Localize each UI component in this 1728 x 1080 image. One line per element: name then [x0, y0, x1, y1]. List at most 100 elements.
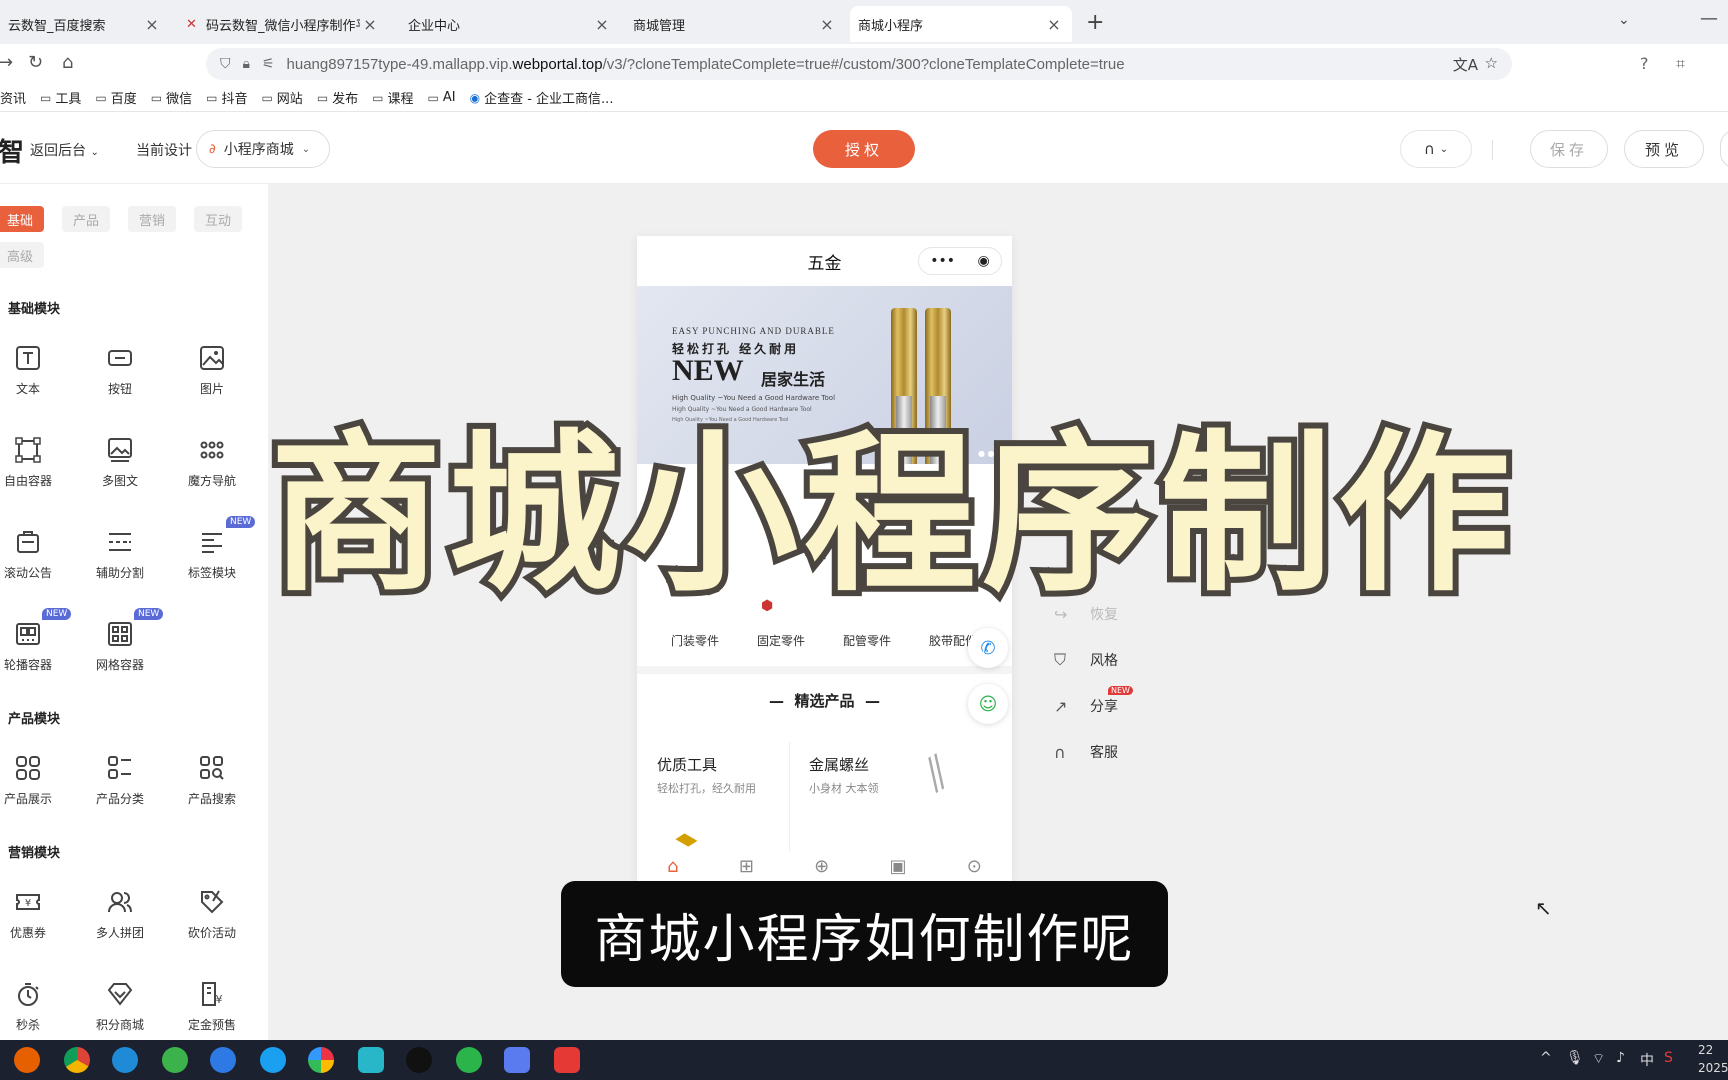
browser-tab-active[interactable]: 商城小程序 × — [850, 6, 1072, 42]
module-product-search[interactable]: 产品搜索 — [170, 754, 254, 824]
close-icon[interactable]: × — [1044, 15, 1064, 34]
browser-tab[interactable]: 云数智_百度搜索 × — [0, 6, 170, 42]
module-product-category[interactable]: 产品分类 — [78, 754, 162, 824]
sogou-browser-icon[interactable] — [210, 1047, 236, 1073]
browser-tab[interactable]: ✕ 码云数智_微信小程序制作平台_ × — [178, 6, 388, 42]
share-tool[interactable]: ↗ 分享 NEW — [1054, 686, 1133, 716]
close-icon[interactable]: × — [592, 15, 612, 34]
module-text[interactable]: 文本 — [0, 344, 70, 414]
module-multi-image-text[interactable]: 多图文 — [78, 436, 162, 506]
product-title[interactable]: 金属螺丝 — [809, 754, 869, 775]
bookmark-item[interactable]: ◉ 企查查 - 企业工商信... — [470, 88, 614, 108]
clock-time[interactable]: 22 — [1698, 1043, 1713, 1057]
wechat-icon[interactable]: ☺ — [968, 684, 1008, 724]
tab-interaction[interactable]: 互动 — [194, 206, 242, 232]
new-tab-button[interactable]: + — [1086, 10, 1104, 35]
grid-icon[interactable]: ⊞ — [739, 856, 754, 881]
back-to-admin-link[interactable]: 返回后台 ⌄ — [30, 140, 99, 160]
bookmark-folder[interactable]: ▭ 微信 — [151, 88, 192, 108]
browser-tab[interactable]: 企业中心 × — [400, 6, 620, 42]
minimize-button[interactable]: — — [1700, 8, 1718, 29]
home-icon[interactable]: ⌂ — [667, 856, 678, 881]
qq-icon[interactable] — [406, 1047, 432, 1073]
customer-service-dropdown[interactable]: ∩ ⌄ — [1400, 130, 1472, 168]
close-icon[interactable]: × — [360, 15, 380, 34]
bookmark-item[interactable]: 资讯 — [0, 88, 26, 107]
wallet-icon[interactable]: ▣ — [890, 856, 907, 881]
module-points-mall[interactable]: 积分商城 — [78, 980, 162, 1040]
clock-date[interactable]: 2025 — [1698, 1061, 1728, 1075]
wifi-icon[interactable]: ⌔ — [1592, 1050, 1605, 1068]
bookmark-folder[interactable]: ▭ 百度 — [95, 88, 136, 108]
module-tag[interactable]: NEW 标签模块 — [170, 516, 256, 598]
bookmark-folder[interactable]: ▭ 网站 — [261, 88, 302, 108]
module-cube-nav[interactable]: 魔方导航 — [170, 436, 254, 506]
reload-icon[interactable]: ↻ — [28, 52, 43, 73]
style-tool[interactable]: ⛉ 风格 — [1054, 650, 1118, 670]
chevron-up-icon[interactable]: ^ — [1540, 1050, 1552, 1066]
design-select[interactable]: ∂ 小程序商城 ⌄ — [196, 130, 330, 168]
recorder-icon[interactable] — [554, 1047, 580, 1073]
translate-icon[interactable]: 文A — [1453, 54, 1478, 75]
authorize-button[interactable]: 授权 — [813, 130, 915, 168]
module-product-display[interactable]: 产品展示 — [0, 754, 70, 824]
app-icon[interactable] — [358, 1047, 384, 1073]
bookmark-folder[interactable]: ▭ 发布 — [317, 88, 358, 108]
module-image[interactable]: 图片 — [170, 344, 254, 414]
photos-icon[interactable] — [308, 1047, 334, 1073]
phone-call-icon[interactable]: ✆ — [968, 628, 1008, 668]
sogou-ime-icon[interactable]: S — [1664, 1050, 1673, 1066]
tab-basic[interactable]: 基础 — [0, 206, 44, 232]
qq-browser-icon[interactable] — [260, 1047, 286, 1073]
chrome-icon[interactable] — [64, 1047, 90, 1073]
url-field[interactable]: ⛉ 🔒︎ ⚟ huang897157type-49.mallapp.vip.we… — [206, 48, 1512, 80]
module-flash-sale[interactable]: 秒杀 — [0, 980, 70, 1040]
module-bargain[interactable]: 砍价活动 — [170, 888, 254, 958]
save-button[interactable]: 保存 — [1530, 130, 1608, 168]
chevron-down-icon[interactable]: ⌄ — [1618, 12, 1630, 28]
ime-indicator[interactable]: 中 — [1640, 1050, 1654, 1070]
forward-icon[interactable]: → — [0, 52, 13, 73]
module-free-container[interactable]: 自由容器 — [0, 436, 70, 506]
help-icon[interactable]: ? — [1640, 54, 1649, 73]
preview-button[interactable]: 预览 — [1624, 130, 1704, 168]
edge-icon[interactable] — [112, 1047, 138, 1073]
notes-icon[interactable] — [504, 1047, 530, 1073]
module-presale[interactable]: ¥ 定金预售 — [170, 980, 254, 1040]
browser-360-icon[interactable] — [162, 1047, 188, 1073]
featured-title: — 精选产品 — — [769, 692, 880, 710]
module-scroll-notice[interactable]: 滚动公告 — [0, 528, 70, 598]
star-icon[interactable]: ☆ — [1485, 54, 1498, 72]
tab-marketing[interactable]: 营销 — [128, 206, 176, 232]
home-icon[interactable]: ⌂ — [62, 52, 73, 73]
wechat-taskbar-icon[interactable] — [456, 1047, 482, 1073]
bookmark-folder[interactable]: ▭ 抖音 — [206, 88, 247, 108]
category-label[interactable]: 固定零件 — [757, 632, 805, 649]
module-coupon[interactable]: ¥ 优惠券 — [0, 888, 70, 958]
gift-icon[interactable]: ⊕ — [814, 856, 829, 881]
tab-advanced[interactable]: 高级 — [0, 242, 44, 268]
bookmark-folder[interactable]: ▭ AI — [428, 90, 456, 105]
category-label[interactable]: 门装零件 — [671, 632, 719, 649]
category-label[interactable]: 配管零件 — [843, 632, 891, 649]
microphone-icon[interactable]: 🎙︎ — [1566, 1050, 1584, 1066]
module-divider[interactable]: 辅助分割 — [78, 528, 162, 598]
more-button[interactable] — [1720, 130, 1728, 168]
customer-service-tool[interactable]: ∩ 客服 — [1054, 742, 1118, 762]
volume-icon[interactable]: ♪ — [1616, 1050, 1625, 1066]
close-icon[interactable]: × — [817, 15, 837, 34]
bookmark-folder[interactable]: ▭ 课程 — [372, 88, 413, 108]
module-grid-container[interactable]: NEW 网格容器 — [78, 608, 164, 690]
firefox-icon[interactable] — [14, 1047, 40, 1073]
browser-tab[interactable]: 商城管理 × — [625, 6, 845, 42]
site-settings-icon[interactable]: ⚟ — [262, 56, 275, 72]
user-icon[interactable]: ⊙ — [967, 856, 982, 881]
module-button[interactable]: 按钮 — [78, 344, 162, 414]
module-carousel-container[interactable]: NEW 轮播容器 — [0, 608, 72, 690]
bookmark-folder[interactable]: ▭ 工具 — [40, 88, 81, 108]
product-title[interactable]: 优质工具 — [657, 754, 717, 775]
module-group-buy[interactable]: 多人拼团 — [78, 888, 162, 958]
tab-product[interactable]: 产品 — [62, 206, 110, 232]
crop-icon[interactable]: ⌗ — [1676, 54, 1685, 74]
close-icon[interactable]: × — [142, 15, 162, 34]
